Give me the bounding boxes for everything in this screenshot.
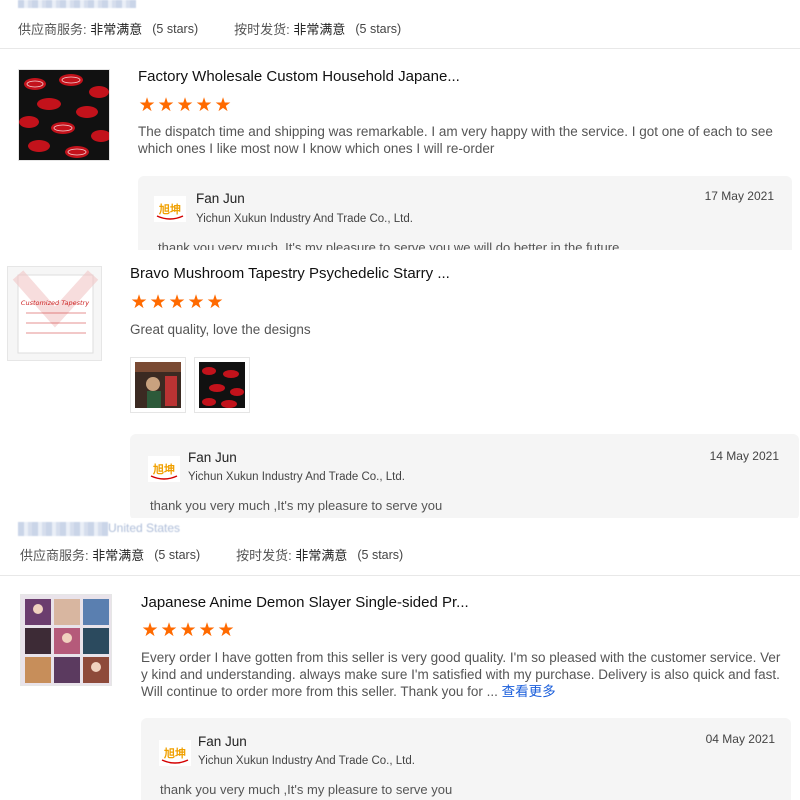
supplier-rating: 供应商服务: 非常满意 (5 stars): [20, 545, 200, 564]
supplier-label: 供应商服务:: [18, 22, 87, 37]
comment-line: which ones I like most now I know which …: [138, 141, 495, 156]
comment-line-text: Will continue to order more from this se…: [141, 684, 498, 699]
shipping-stars: (5 stars): [357, 547, 404, 562]
reply-company: Yichun Xukun Industry And Trade Co., Ltd…: [188, 471, 405, 483]
shipping-rating: 按时发货: 非常满意 (5 stars): [234, 19, 401, 38]
star-icon: ★: [214, 95, 232, 116]
shipping-label: 按时发货:: [236, 548, 292, 563]
review-section: United States 供应商服务: 非常满意 (5 stars) 按时发货:…: [0, 518, 800, 800]
divider: [0, 575, 800, 576]
svg-text:旭坤: 旭坤: [158, 202, 181, 216]
comment-line: The dispatch time and shipping was remar…: [138, 124, 773, 139]
review-photo[interactable]: [130, 357, 186, 413]
reply-message: thank you very much ,It's my pleasure to…: [150, 498, 443, 513]
product-title[interactable]: Japanese Anime Demon Slayer Single-sided…: [141, 594, 469, 611]
divider: [0, 48, 800, 49]
star-icon: ★: [160, 620, 178, 641]
reply-date: 17 May 2021: [704, 189, 774, 203]
comment-line: Every order I have gotten from this sell…: [141, 650, 781, 665]
reply-name: Fan Jun: [196, 191, 245, 206]
reviewer-name-blurred: [18, 522, 108, 536]
seller-reply: 旭坤 Fan Jun Yichun Xukun Industry And Tra…: [130, 434, 799, 520]
star-rating: ★ ★ ★ ★ ★: [141, 620, 235, 641]
reply-message: thank you very much ,It's my pleasure to…: [160, 782, 453, 797]
seller-reply: 旭坤 Fan Jun Yichun Xukun Industry And Tra…: [138, 176, 792, 256]
review-card: Customized Tapestry Bravo Mushroom Tapes…: [0, 250, 800, 520]
review-photo[interactable]: [194, 357, 250, 413]
star-icon: ★: [130, 292, 148, 313]
rating-summary-top: 供应商服务: 非常满意 (5 stars) 按时发货: 非常满意 (5 stars): [18, 19, 437, 38]
reviews-page: 供应商服务: 非常满意 (5 stars) 按时发货: 非常满意 (5 stars)…: [0, 0, 800, 800]
star-icon: ★: [198, 620, 216, 641]
star-rating: ★ ★ ★ ★ ★: [138, 95, 232, 116]
shipping-rating: 按时发货: 非常满意 (5 stars): [236, 545, 403, 564]
rating-summary: 供应商服务: 非常满意 (5 stars) 按时发货: 非常满意 (5 stars): [20, 545, 439, 564]
seller-reply: 旭坤 Fan Jun Yichun Xukun Industry And Tra…: [141, 718, 791, 800]
reply-company: Yichun Xukun Industry And Trade Co., Ltd…: [198, 755, 415, 767]
svg-text:旭坤: 旭坤: [152, 462, 175, 476]
star-icon: ★: [206, 292, 224, 313]
shipping-stars: (5 stars): [355, 21, 402, 36]
star-rating: ★ ★ ★ ★ ★: [130, 292, 224, 313]
product-thumbnail[interactable]: [18, 69, 110, 161]
shipping-value: 非常满意: [293, 22, 346, 37]
reviewer-name-blurred: [18, 0, 136, 8]
star-icon: ★: [195, 95, 213, 116]
shipping-label: 按时发货:: [234, 22, 290, 37]
seller-avatar: 旭坤: [148, 456, 180, 482]
star-icon: ★: [187, 292, 205, 313]
thumbnail-caption: Customized Tapestry: [21, 299, 89, 307]
svg-text:旭坤: 旭坤: [163, 746, 186, 760]
supplier-label: 供应商服务:: [20, 548, 89, 563]
star-icon: ★: [179, 620, 197, 641]
product-thumbnail[interactable]: [20, 594, 112, 686]
star-icon: ★: [168, 292, 186, 313]
star-icon: ★: [217, 620, 235, 641]
product-title[interactable]: Bravo Mushroom Tapestry Psychedelic Star…: [130, 265, 450, 282]
reviewer-country: United States: [108, 521, 181, 535]
star-icon: ★: [141, 620, 159, 641]
reply-company: Yichun Xukun Industry And Trade Co., Ltd…: [196, 213, 413, 225]
supplier-rating: 供应商服务: 非常满意 (5 stars): [18, 19, 198, 38]
star-icon: ★: [157, 95, 175, 116]
reply-name: Fan Jun: [198, 734, 247, 749]
review-comment: Great quality, love the designs: [130, 322, 311, 337]
reply-date: 04 May 2021: [705, 732, 775, 746]
star-icon: ★: [138, 95, 156, 116]
see-more-link[interactable]: 查看更多: [502, 684, 556, 699]
comment-line: Will continue to order more from this se…: [141, 683, 781, 700]
reply-name: Fan Jun: [188, 450, 237, 465]
product-title[interactable]: Factory Wholesale Custom Household Japan…: [138, 68, 460, 85]
seller-avatar: 旭坤: [159, 740, 191, 766]
seller-avatar: 旭坤: [154, 196, 186, 222]
supplier-stars: (5 stars): [154, 547, 201, 562]
supplier-value: 非常满意: [90, 22, 143, 37]
supplier-stars: (5 stars): [152, 21, 199, 36]
reply-date: 14 May 2021: [709, 449, 779, 463]
review-comment: Every order I have gotten from this sell…: [141, 649, 781, 700]
comment-line: y kind and understanding. always make su…: [141, 667, 780, 682]
product-thumbnail[interactable]: Customized Tapestry: [7, 266, 102, 361]
shipping-value: 非常满意: [295, 548, 348, 563]
supplier-value: 非常满意: [92, 548, 145, 563]
star-icon: ★: [149, 292, 167, 313]
review-comment: The dispatch time and shipping was remar…: [138, 123, 778, 157]
star-icon: ★: [176, 95, 194, 116]
